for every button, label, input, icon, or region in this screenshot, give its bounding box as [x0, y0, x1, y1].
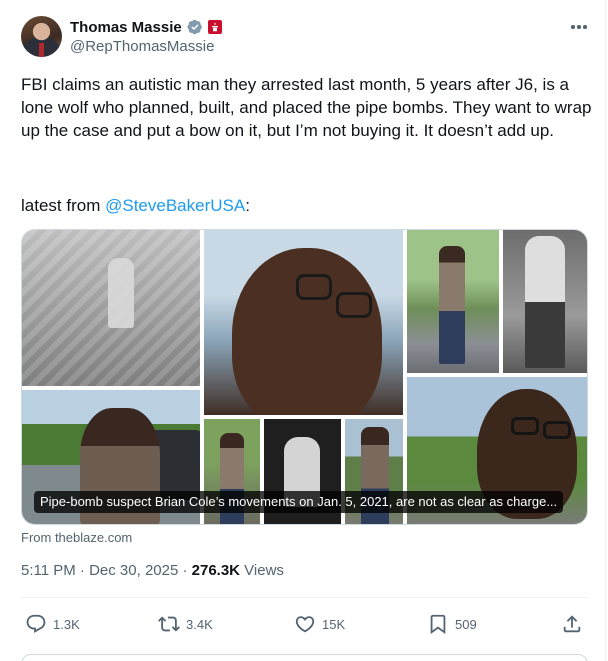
latest-suffix: :: [245, 196, 250, 215]
tweet-card: Thomas Massie @RepThomasMassie FBI claim…: [0, 0, 606, 661]
like-button[interactable]: 15K: [294, 610, 345, 638]
divider: [21, 597, 588, 598]
tweet-text: FBI claims an autistic man they arrested…: [21, 75, 592, 140]
tweet-meta: 5:11 PM · Dec 30, 2025 · 276.3K Views: [21, 562, 284, 579]
repost-button[interactable]: 3.4K: [158, 610, 213, 638]
views-count: 276.3K: [191, 562, 241, 579]
image-tile-hooded-figure: [503, 230, 587, 373]
verified-badge-icon[interactable]: [187, 19, 203, 35]
heart-icon: [295, 616, 315, 633]
bookmark-icon: [430, 614, 446, 635]
image-tile-walking: [407, 230, 499, 373]
tweet-latest-line: latest from @SteveBakerUSA:: [21, 194, 250, 217]
latest-prefix: latest from: [21, 196, 106, 215]
author-display-name[interactable]: Thomas Massie: [70, 19, 182, 36]
bookmark-count: 509: [455, 616, 477, 632]
action-bar: 1.3K 3.4K 15K 509: [21, 610, 588, 638]
repost-icon: [158, 616, 180, 632]
mention-link[interactable]: @SteveBakerUSA: [105, 196, 245, 215]
author-avatar[interactable]: [21, 16, 62, 57]
reply-button[interactable]: 1.3K: [25, 610, 80, 638]
bookmark-button[interactable]: 509: [427, 610, 477, 638]
link-card-caption: Pipe-bomb suspect Brian Cole’s movements…: [34, 491, 564, 513]
repost-count: 3.4K: [186, 616, 213, 632]
link-card-image[interactable]: Pipe-bomb suspect Brian Cole’s movements…: [21, 229, 588, 525]
reply-composer[interactable]: [21, 654, 588, 661]
share-button[interactable]: [561, 610, 583, 638]
views-label: Views: [240, 562, 284, 579]
share-icon: [563, 615, 581, 633]
flag-icon: [207, 20, 222, 34]
image-tile-surveillance: [22, 230, 200, 386]
author-name-row: Thomas Massie: [70, 17, 222, 37]
reply-icon: [26, 614, 46, 633]
like-count: 15K: [322, 616, 346, 632]
tweet-timestamp[interactable]: 5:11 PM · Dec 30, 2025 ·: [21, 562, 192, 579]
link-source[interactable]: From theblaze.com: [21, 530, 132, 545]
reply-count: 1.3K: [53, 616, 80, 632]
more-options-icon[interactable]: [568, 18, 590, 36]
author-handle[interactable]: @RepThomasMassie: [70, 38, 214, 55]
image-tile-face-closeup: [204, 230, 403, 415]
